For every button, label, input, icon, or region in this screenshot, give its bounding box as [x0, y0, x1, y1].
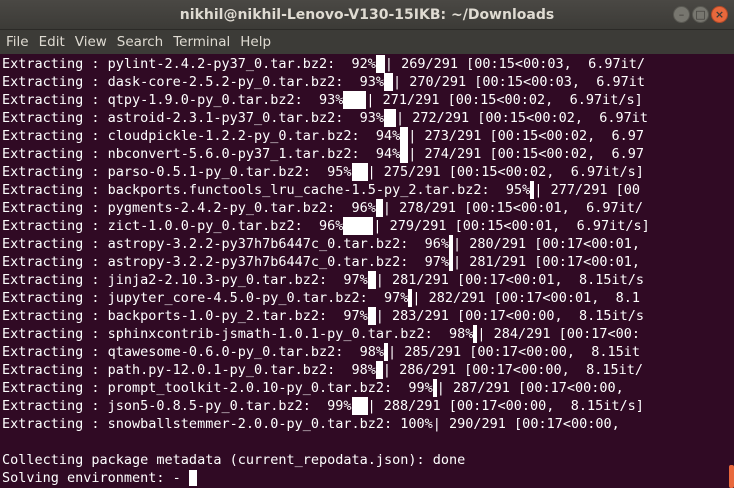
terminal-line: Extracting : astroid-2.3.1-py37_0.tar.bz…: [2, 109, 648, 127]
progress-bar-fill: [343, 217, 374, 235]
terminal-line: Extracting : backports-1.0-py_2.tar.bz2:…: [2, 307, 644, 325]
line-text: Extracting : astropy-3.2.2-py37h7b6447c_…: [2, 254, 450, 270]
menu-search[interactable]: Search: [113, 30, 167, 54]
line-text: Extracting : astropy-3.2.2-py37h7b6447c_…: [2, 236, 450, 252]
menu-edit[interactable]: Edit: [35, 30, 69, 54]
menu-help[interactable]: Help: [236, 30, 275, 54]
terminal-line: Extracting : qtpy-1.9.0-py_0.tar.bz2: 93…: [2, 91, 643, 109]
terminal-line: Extracting : prompt_toolkit-2.0.10-py_0.…: [2, 379, 624, 397]
progress-bar-fill: [375, 361, 383, 379]
line-text: Extracting : prompt_toolkit-2.0.10-py_0.…: [2, 380, 433, 396]
line-text: Extracting : path.py-12.0.1-py_0.tar.bz2…: [2, 362, 376, 378]
line-progress: | 285/291 [00:17<00:00, 8.15it: [388, 344, 640, 360]
line-progress: | 288/291 [00:17<00:00, 8.15it/s]: [367, 398, 644, 414]
line-text: Extracting : qtpy-1.9.0-py_0.tar.bz2: 93…: [2, 92, 344, 108]
line-progress: | 269/291 [00:15<00:03, 6.97it/: [384, 56, 645, 72]
terminal-line: Extracting : astropy-3.2.2-py37h7b6447c_…: [2, 235, 640, 253]
line-progress: | 273/291 [00:15<00:02, 6.97: [408, 128, 644, 144]
terminal-line: Extracting : nbconvert-5.6.0-py37_1.tar.…: [2, 145, 644, 163]
line-text: Extracting : qtawesome-0.6.0-py_0.tar.bz…: [2, 344, 385, 360]
progress-bar-fill: [343, 91, 367, 109]
terminal-line: Extracting : path.py-12.0.1-py_0.tar.bz2…: [2, 361, 643, 379]
line-text: Extracting : jinja2-2.10.3-py_0.tar.bz2:…: [2, 272, 368, 288]
terminal-line: Extracting : dask-core-2.5.2-py_0.tar.bz…: [2, 73, 645, 91]
terminal-line: Solving environment: -: [2, 469, 197, 487]
line-text: Solving environment: -: [2, 470, 189, 486]
line-text: Extracting : cloudpickle-1.2.2-py_0.tar.…: [2, 128, 401, 144]
terminal-line: Extracting : pygments-2.4.2-py_0.tar.bz2…: [2, 199, 643, 217]
close-button[interactable]: ×: [711, 6, 728, 23]
line-text: Extracting : zict-1.0.0-py_0.tar.bz2: 96…: [2, 218, 344, 234]
terminal-output[interactable]: Extracting : pylint-2.4.2-py37_0.tar.bz2…: [0, 55, 728, 488]
progress-bar-fill: [367, 271, 376, 289]
line-text: Extracting : json5-0.8.5-py_0.tar.bz2: 9…: [2, 398, 352, 414]
menu-file[interactable]: File: [2, 30, 33, 54]
line-progress: | 287/291 [00:17<00:00,: [436, 380, 624, 396]
progress-bar-fill: [375, 199, 383, 217]
line-text: Collecting package metadata (current_rep…: [2, 452, 466, 468]
line-progress: | 286/291 [00:17<00:00, 8.15it/: [382, 362, 643, 378]
progress-bar-fill: [384, 73, 394, 91]
line-progress: | 272/291 [00:15<00:02, 6.97it: [396, 110, 648, 126]
terminal-line: Extracting : backports.functools_lru_cac…: [2, 181, 640, 199]
menu-bar: File Edit View Search Terminal Help: [0, 30, 734, 54]
progress-bar-fill: [384, 109, 397, 127]
terminal-line: Extracting : snowballstemmer-2.0.0-py_0.…: [2, 415, 620, 433]
line-text: Extracting : nbconvert-5.6.0-py37_1.tar.…: [2, 146, 401, 162]
progress-bar-fill: [375, 55, 385, 73]
line-progress: | 280/291 [00:17<00:01,: [453, 236, 640, 252]
line-progress: | 275/291 [00:15<00:02, 6.97it/s]: [367, 164, 644, 180]
line-text: Extracting : pygments-2.4.2-py_0.tar.bz2…: [2, 200, 376, 216]
minimize-icon: –: [678, 8, 685, 21]
line-progress: | 284/291 [00:17<00:: [477, 326, 640, 342]
terminal-line: Extracting : zict-1.0.0-py_0.tar.bz2: 96…: [2, 217, 650, 235]
line-text: Extracting : sphinxcontrib-jsmath-1.0.1-…: [2, 326, 474, 342]
line-progress: | 274/291 [00:15<00:02, 6.97: [408, 146, 644, 162]
title-bar[interactable]: nikhil@nikhil-Lenovo-V130-15IKB: ~/Downl…: [0, 0, 734, 30]
terminal-line: Extracting : cloudpickle-1.2.2-py_0.tar.…: [2, 127, 644, 145]
maximize-icon: □: [695, 8, 706, 21]
progress-bar-fill: [367, 307, 376, 325]
terminal-window: nikhil@nikhil-Lenovo-V130-15IKB: ~/Downl…: [0, 0, 734, 488]
close-icon: ×: [714, 8, 725, 21]
terminal-line: Collecting package metadata (current_rep…: [2, 451, 465, 469]
menu-terminal[interactable]: Terminal: [169, 30, 234, 54]
terminal-line: Extracting : sphinxcontrib-jsmath-1.0.1-…: [2, 325, 640, 343]
line-text: Extracting : backports.functools_lru_cac…: [2, 182, 531, 198]
progress-bar-fill: [351, 397, 368, 415]
terminal-line: Extracting : jupyter_core-4.5.0-py_0.tar…: [2, 289, 640, 307]
window-title: nikhil@nikhil-Lenovo-V130-15IKB: ~/Downl…: [179, 7, 555, 23]
line-progress: | 279/291 [00:15<00:01, 6.97it/s]: [373, 218, 650, 234]
terminal-line: Extracting : parso-0.5.1-py_0.tar.bz2: 9…: [2, 163, 644, 181]
line-progress: | 281/291 [00:17<00:01, 8.15it/s: [375, 272, 644, 288]
line-progress: | 277/291 [00: [534, 182, 640, 198]
menu-view[interactable]: View: [71, 30, 111, 54]
progress-bar-fill: [351, 163, 368, 181]
terminal-line: Extracting : astropy-3.2.2-py37h7b6447c_…: [2, 253, 640, 271]
maximize-button[interactable]: □: [692, 6, 709, 23]
text-cursor: [188, 470, 197, 486]
line-progress: | 290/291 [00:17<00:00,: [432, 416, 620, 432]
terminal-line: Extracting : pylint-2.4.2-py37_0.tar.bz2…: [2, 55, 645, 73]
terminal-line: Extracting : json5-0.8.5-py_0.tar.bz2: 9…: [2, 397, 644, 415]
terminal-line: Extracting : jinja2-2.10.3-py_0.tar.bz2:…: [2, 271, 644, 289]
line-text: Extracting : snowballstemmer-2.0.0-py_0.…: [2, 416, 433, 432]
line-text: Extracting : dask-core-2.5.2-py_0.tar.bz…: [2, 74, 385, 90]
line-text: Extracting : jupyter_core-4.5.0-py_0.tar…: [2, 290, 409, 306]
line-text: Extracting : backports-1.0-py_2.tar.bz2:…: [2, 308, 368, 324]
line-text: Extracting : parso-0.5.1-py_0.tar.bz2: 9…: [2, 164, 352, 180]
line-progress: | 278/291 [00:15<00:01, 6.97it/: [382, 200, 643, 216]
line-progress: | 281/291 [00:17<00:01,: [453, 254, 640, 270]
line-text: Extracting : astroid-2.3.1-py37_0.tar.bz…: [2, 110, 385, 126]
scrollbar-thumb[interactable]: [729, 465, 734, 488]
line-progress: | 282/291 [00:17<00:01, 8.1: [412, 290, 640, 306]
terminal-line: Extracting : qtawesome-0.6.0-py_0.tar.bz…: [2, 343, 640, 361]
minimize-button[interactable]: –: [673, 6, 690, 23]
line-progress: | 271/291 [00:15<00:02, 6.97it/s]: [366, 92, 643, 108]
line-text: Extracting : pylint-2.4.2-py37_0.tar.bz2…: [2, 56, 376, 72]
line-progress: | 283/291 [00:17<00:00, 8.15it/s: [375, 308, 644, 324]
line-progress: | 270/291 [00:15<00:03, 6.97it: [393, 74, 645, 90]
